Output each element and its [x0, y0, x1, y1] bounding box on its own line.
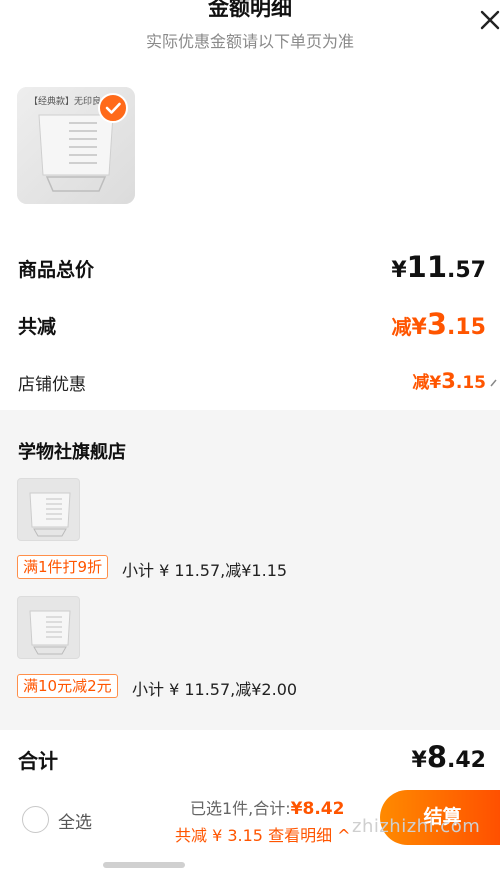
total-amount: ¥8.42 [411, 740, 486, 774]
watermark: zhizhizhi.com [352, 816, 481, 837]
promo-tag: 满10元减2元 [17, 674, 118, 698]
shop-discount-label: 店铺优惠 [18, 375, 86, 395]
shop-name: 学物社旗舰店 [18, 442, 126, 463]
item-thumbnail[interactable] [17, 596, 80, 659]
sheet-subtitle: 实际优惠金额请以下单页为准 [145, 32, 354, 51]
amount-detail-sheet: 金额明细 实际优惠金额请以下单页为准 【经典款】无印良 商品总价 ¥11.57 … [0, 0, 500, 869]
selected-text: 已选1件,合计: [190, 799, 291, 818]
item-thumbnail[interactable] [17, 478, 80, 541]
select-all-label[interactable]: 全选 [58, 808, 92, 833]
sheet-title: 金额明细 [208, 0, 292, 20]
product-label: 【经典款】无印良 [29, 97, 102, 107]
footer-price: ¥8.42 [290, 799, 345, 819]
total-label: 合计 [18, 749, 58, 773]
item-subtotal: 小计 ¥ 11.57,减¥2.00 [132, 680, 298, 699]
view-detail-link[interactable]: 共减 ¥ 3.15 查看明细 ^ [175, 822, 351, 846]
goods-total-amount: ¥11.57 [391, 250, 486, 284]
select-all-radio[interactable] [22, 806, 49, 833]
close-icon[interactable] [476, 6, 500, 34]
shop-discount-amount[interactable]: 减¥3.15 [412, 368, 486, 393]
chevron-up-icon[interactable] [490, 374, 500, 393]
total-discount-amount: 减¥3.15 [391, 307, 486, 341]
goods-total-label: 商品总价 [18, 259, 95, 281]
item-subtotal: 小计 ¥ 11.57,减¥1.15 [122, 561, 288, 580]
total-discount-label: 共减 [18, 316, 57, 338]
promo-tag: 满1件打9折 [17, 555, 109, 579]
selected-check-icon[interactable] [98, 93, 128, 123]
selected-summary: 已选1件,合计:¥8.42 [190, 795, 344, 819]
home-indicator [103, 862, 185, 868]
